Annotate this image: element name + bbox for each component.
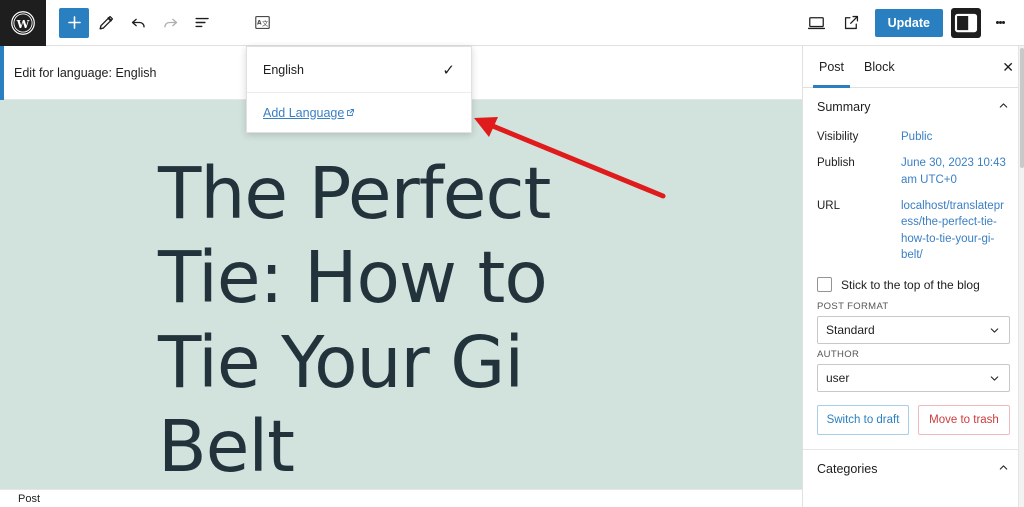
sidebar-panel-icon bbox=[954, 13, 978, 32]
editor-toolbar: W A 文 Update bbox=[0, 0, 1024, 46]
checkmark-icon: ✓ bbox=[442, 61, 455, 79]
document-overview-icon bbox=[194, 17, 209, 28]
post-format-label: POST FORMAT bbox=[817, 301, 889, 313]
tab-block-label: Block bbox=[864, 59, 895, 74]
notice-accent-bar bbox=[0, 46, 4, 100]
options-menu-button[interactable] bbox=[986, 8, 1014, 38]
categories-section-header[interactable]: Categories bbox=[803, 450, 1024, 488]
post-actions: Switch to draft Move to trash bbox=[803, 392, 1024, 436]
breadcrumb[interactable]: Post bbox=[18, 493, 40, 505]
visibility-label: Visibility bbox=[817, 131, 859, 143]
author-value: user bbox=[826, 371, 850, 386]
undo-icon bbox=[131, 18, 145, 28]
chevron-up-icon bbox=[997, 99, 1010, 115]
language-dropdown-menu: English ✓ Add Language bbox=[246, 46, 472, 133]
publish-value[interactable]: June 30, 2023 10:43 am UTC+0 bbox=[901, 155, 1010, 188]
sidebar-scrollbar-thumb[interactable] bbox=[1020, 48, 1024, 168]
update-button[interactable]: Update bbox=[874, 8, 943, 37]
tab-post-label: Post bbox=[819, 59, 845, 74]
switch-to-draft-button[interactable]: Switch to draft bbox=[817, 405, 909, 436]
plus-icon bbox=[67, 16, 81, 29]
toolbar-right-group: Update bbox=[802, 7, 1024, 38]
summary-row-visibility: Visibility Public bbox=[803, 126, 1024, 152]
summary-title: Summary bbox=[817, 100, 871, 114]
redo-button[interactable] bbox=[155, 8, 185, 38]
add-language-link[interactable]: Add Language bbox=[263, 106, 355, 120]
move-to-trash-button[interactable]: Move to trash bbox=[918, 405, 1010, 436]
svg-text:W: W bbox=[16, 16, 30, 30]
sidebar-body: Summary Visibility Public Publish June 3… bbox=[803, 88, 1024, 507]
sticky-post-checkbox-row[interactable]: Stick to the top of the blog bbox=[803, 270, 1024, 296]
external-link-icon bbox=[347, 109, 355, 116]
summary-row-publish: Publish June 30, 2023 10:43 am UTC+0 bbox=[803, 152, 1024, 195]
author-label: AUTHOR bbox=[817, 349, 860, 361]
document-overview-button[interactable] bbox=[187, 8, 217, 38]
redo-icon bbox=[163, 18, 177, 28]
author-select[interactable]: user bbox=[817, 364, 1010, 393]
translatepress-language-button[interactable]: A 文 bbox=[247, 8, 277, 38]
wordpress-logo-icon: W bbox=[11, 10, 35, 35]
view-desktop-button[interactable] bbox=[802, 8, 832, 38]
edit-tool-button[interactable] bbox=[91, 8, 121, 38]
toolbar-left-group: A 文 bbox=[46, 7, 277, 38]
wordpress-logo[interactable]: W bbox=[0, 0, 46, 46]
kebab-dot bbox=[1001, 21, 1005, 24]
tab-post[interactable]: Post bbox=[809, 46, 854, 88]
undo-button[interactable] bbox=[123, 8, 153, 38]
sticky-post-label: Stick to the top of the blog bbox=[841, 277, 980, 292]
post-title[interactable]: The Perfect Tie: How to Tie Your Gi Belt bbox=[0, 100, 640, 489]
external-link-icon bbox=[845, 15, 859, 30]
author-field: AUTHOR user bbox=[803, 344, 1024, 393]
chevron-up-icon bbox=[997, 461, 1010, 477]
svg-text:文: 文 bbox=[262, 19, 269, 28]
add-block-button[interactable] bbox=[59, 7, 89, 38]
publish-label: Publish bbox=[817, 157, 855, 170]
post-format-select[interactable]: Standard bbox=[817, 316, 1010, 345]
close-sidebar-button[interactable]: ✕ bbox=[1002, 60, 1014, 74]
settings-sidebar: Post Block ✕ Summary Visibility Public P… bbox=[802, 46, 1024, 507]
url-value[interactable]: localhost/translatepress/the-perfect-tie… bbox=[901, 198, 1010, 263]
language-option-english[interactable]: English ✓ bbox=[247, 47, 471, 93]
language-option-label: English bbox=[263, 62, 304, 77]
edit-language-notice-text: Edit for language: English bbox=[14, 65, 157, 80]
desktop-icon bbox=[808, 17, 826, 30]
visibility-value[interactable]: Public bbox=[901, 129, 932, 145]
add-language-row: Add Language bbox=[247, 93, 471, 132]
settings-sidebar-toggle[interactable] bbox=[951, 7, 981, 38]
post-format-field: POST FORMAT Standard bbox=[803, 296, 1024, 345]
sidebar-tabs: Post Block ✕ bbox=[803, 46, 1024, 88]
editor-canvas[interactable]: The Perfect Tie: How to Tie Your Gi Belt bbox=[0, 100, 802, 489]
categories-title: Categories bbox=[817, 462, 878, 477]
summary-section-header[interactable]: Summary bbox=[803, 88, 1024, 126]
summary-row-url: URL localhost/translatepress/the-perfect… bbox=[803, 195, 1024, 270]
chevron-down-icon bbox=[990, 376, 999, 381]
wordpress-block-editor: W A 文 Update Edit for language: English … bbox=[0, 0, 1024, 507]
add-language-label: Add Language bbox=[263, 105, 345, 120]
preview-new-tab-button[interactable] bbox=[837, 8, 867, 38]
pencil-icon bbox=[98, 15, 113, 30]
chevron-down-icon bbox=[990, 328, 999, 333]
translate-language-icon: A 文 bbox=[254, 15, 270, 30]
editor-breadcrumb-bar: Post bbox=[0, 489, 802, 507]
post-format-value: Standard bbox=[826, 323, 875, 338]
sticky-post-checkbox[interactable] bbox=[817, 277, 832, 293]
tab-block[interactable]: Block bbox=[854, 46, 905, 88]
url-label: URL bbox=[817, 199, 841, 212]
sidebar-scrollbar[interactable] bbox=[1018, 46, 1024, 507]
